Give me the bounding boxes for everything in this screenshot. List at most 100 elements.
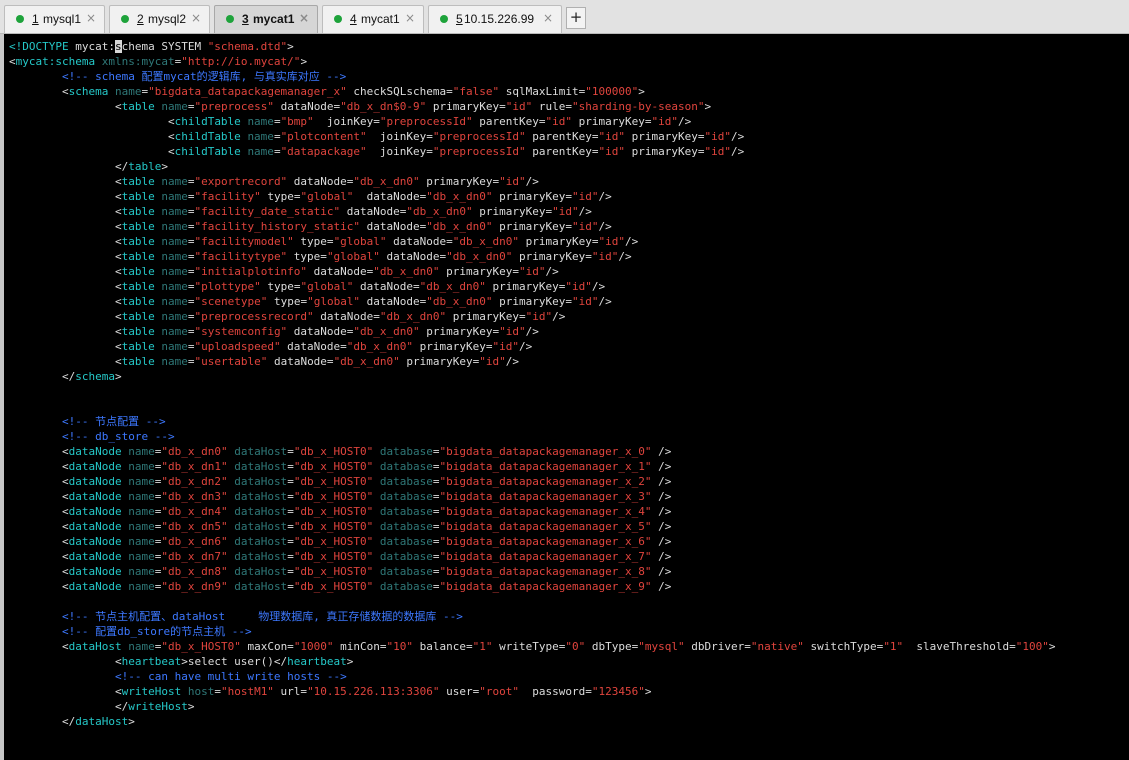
code-token: = (273, 145, 281, 158)
code-token: < (9, 220, 122, 233)
code-line: <table name="scenetype" type="global" da… (9, 294, 1056, 309)
session-tab-5[interactable]: 5 10.15.226.99 × (428, 5, 562, 33)
code-token: </ (9, 370, 76, 383)
code-token: /> (625, 235, 639, 248)
code-token: joinKey= (313, 115, 380, 128)
code-token: /> (651, 565, 672, 578)
code-token: "id" (565, 280, 592, 293)
code-token: rule= (532, 100, 573, 113)
terminal-output[interactable]: <!DOCTYPE mycat:schema SYSTEM "schema.dt… (4, 34, 1129, 760)
code-token: dataHost (234, 445, 288, 458)
code-token: "hostM1" (220, 685, 274, 698)
code-token: "id" (499, 175, 526, 188)
tab-label: mysql2 (148, 12, 187, 26)
session-tab-1[interactable]: 1 mysql1 × (4, 5, 105, 33)
code-token: table (121, 220, 155, 233)
text-cursor: s (114, 40, 122, 53)
code-token: < (9, 235, 122, 248)
code-token: "bigdata_datapackagemanager_x_1" (439, 460, 652, 473)
code-token: "id" (519, 265, 546, 278)
close-tab-icon[interactable]: × (543, 11, 553, 25)
code-token: "db_x_dn6" (161, 535, 228, 548)
code-token: "1" (472, 640, 493, 653)
code-token: parentKey= (472, 115, 546, 128)
code-token: primaryKey= (439, 265, 520, 278)
code-token: < (9, 685, 122, 698)
code-token: dataNode= (287, 325, 354, 338)
code-token: primaryKey= (472, 205, 553, 218)
session-tab-4[interactable]: 4 mycat1 × (322, 5, 424, 33)
code-token: type= (260, 190, 301, 203)
code-token: "bigdata_datapackagemanager_x_7" (439, 550, 652, 563)
code-line: <mycat:schema xmlns:mycat="http://io.myc… (9, 54, 1056, 69)
code-token: primaryKey= (492, 220, 572, 233)
code-token: dataNode= (360, 220, 427, 233)
code-token: < (9, 190, 122, 203)
close-tab-icon[interactable]: × (86, 11, 96, 25)
close-tab-icon[interactable]: × (405, 11, 415, 25)
code-token: table (121, 325, 155, 338)
code-token: dataHost (234, 535, 288, 548)
code-token: > (638, 85, 645, 98)
code-token: name (161, 100, 188, 113)
code-token: "id" (598, 145, 625, 158)
code-token: dataHost (234, 520, 288, 533)
tab-label: mycat1 (361, 12, 400, 26)
code-token: dataNode= (353, 280, 420, 293)
session-tab-2[interactable]: 2 mysql2 × (109, 5, 210, 33)
code-token: "db_x_dn1" (161, 460, 228, 473)
code-token: = (287, 550, 294, 563)
code-token: primaryKey= (419, 175, 500, 188)
code-token: /> (651, 505, 672, 518)
code-token: primaryKey= (519, 235, 599, 248)
code-token: password= (519, 685, 592, 698)
code-token: "db_x_dn0" (333, 355, 400, 368)
close-tab-icon[interactable]: × (191, 11, 201, 25)
code-token: = (432, 445, 440, 458)
code-line: <dataNode name="db_x_dn1" dataHost="db_x… (9, 459, 1056, 474)
code-token: "scenetype" (194, 295, 268, 308)
code-token: "root" (479, 685, 520, 698)
new-tab-button[interactable]: + (566, 7, 586, 29)
code-token: "100000" (585, 85, 639, 98)
code-token: <!DOCTYPE (9, 40, 69, 53)
code-token: = (432, 580, 440, 593)
code-line: <table name="plottype" type="global" dat… (9, 279, 1056, 294)
close-tab-icon[interactable]: × (299, 11, 309, 25)
code-token: < (9, 565, 69, 578)
code-token: "preprocessId" (379, 115, 473, 128)
code-token: type= (287, 250, 327, 263)
code-token: sqlMaxLimit= (499, 85, 586, 98)
code-token: = (273, 130, 281, 143)
code-token: "uploadspeed" (194, 340, 281, 353)
code-line: <dataNode name="db_x_dn5" dataHost="db_x… (9, 519, 1056, 534)
code-line: <dataNode name="db_x_dn0" dataHost="db_x… (9, 444, 1056, 459)
code-token: "db_x_HOST0" (293, 445, 374, 458)
code-token: = (273, 115, 281, 128)
code-token: "native" (750, 640, 804, 653)
code-token: /> (598, 220, 612, 233)
code-token: name (161, 295, 188, 308)
code-line: <dataNode name="db_x_dn2" dataHost="db_x… (9, 474, 1056, 489)
session-tab-3[interactable]: 3 mycat1 × (214, 5, 318, 33)
code-token: "db_x_dn0" (161, 445, 228, 458)
code-token: /> (651, 475, 672, 488)
code-line: <dataHost name="db_x_HOST0" maxCon="1000… (9, 639, 1056, 654)
code-token: /> (552, 310, 566, 323)
code-token: < (9, 655, 122, 668)
code-token: database (379, 550, 433, 563)
code-token: /> (505, 355, 520, 368)
code-token: "10" (386, 640, 414, 653)
code-token: /> (651, 535, 672, 548)
code-token: name (128, 550, 155, 563)
code-token: /> (730, 145, 745, 158)
code-token: table (121, 265, 155, 278)
code-token: table (121, 340, 155, 353)
code-token: < (9, 115, 175, 128)
code-token: dataHost (234, 550, 288, 563)
